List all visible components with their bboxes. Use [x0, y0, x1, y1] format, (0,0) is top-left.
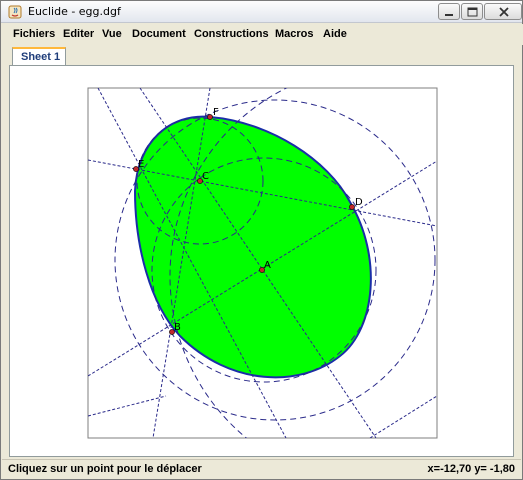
- point-e-label: E: [138, 159, 144, 170]
- point-b-label: B: [174, 322, 181, 333]
- minimize-button[interactable]: [438, 3, 460, 20]
- point-f[interactable]: [207, 114, 213, 120]
- menu-aide[interactable]: Aide: [323, 28, 347, 40]
- maximize-button[interactable]: [461, 3, 483, 20]
- close-icon: [499, 7, 509, 17]
- close-button[interactable]: [484, 3, 522, 20]
- maximize-icon: [467, 7, 478, 17]
- menu-document[interactable]: Document: [132, 28, 186, 40]
- tab-sheet-1[interactable]: Sheet 1: [12, 47, 66, 67]
- status-bar: Cliquez sur un point pour le déplacer x=…: [2, 459, 521, 479]
- drawing-panel[interactable]: F E C D A B: [9, 65, 514, 457]
- minimize-icon: [445, 14, 453, 16]
- menu-vue[interactable]: Vue: [102, 28, 122, 40]
- window-title: Euclide - egg.dgf: [28, 5, 121, 18]
- point-d-label: D: [355, 197, 363, 208]
- point-a-label: A: [264, 260, 271, 271]
- sheet-tab-bar: Sheet 1: [2, 45, 521, 67]
- tab-sheet-1-label: Sheet 1: [21, 51, 61, 63]
- point-d[interactable]: [349, 204, 355, 210]
- application-window: Euclide - egg.dgf Fichiers Editer Vue Do…: [0, 0, 523, 480]
- menu-editer[interactable]: Editer: [63, 28, 94, 40]
- geometry-canvas[interactable]: F E C D A B: [10, 66, 515, 458]
- point-f-label: F: [213, 107, 219, 118]
- menu-constructions[interactable]: Constructions: [194, 28, 269, 40]
- point-c-label: C: [202, 171, 209, 182]
- menu-macros[interactable]: Macros: [275, 28, 314, 40]
- menu-fichiers[interactable]: Fichiers: [13, 28, 55, 40]
- java-app-icon: [8, 5, 22, 19]
- title-bar[interactable]: Euclide - egg.dgf: [1, 1, 522, 23]
- status-message: Cliquez sur un point pour le déplacer: [8, 463, 202, 475]
- cursor-coordinates: x=-12,70 y= -1,80: [427, 463, 515, 475]
- menu-bar: Fichiers Editer Vue Document Constructio…: [2, 24, 523, 45]
